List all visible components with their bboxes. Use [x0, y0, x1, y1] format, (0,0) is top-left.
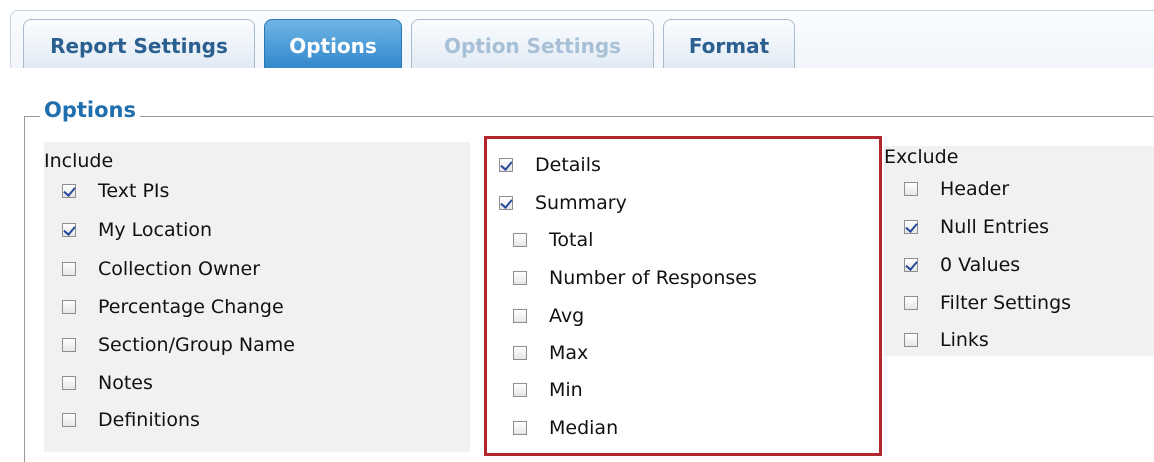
checkbox[interactable] [904, 258, 918, 272]
exclude-item-links[interactable]: Links [904, 329, 989, 351]
exclude-label: Exclude [884, 146, 959, 168]
summary-column-highlight: Details Summary Total Number of Response… [484, 136, 882, 456]
tab-option-settings: Option Settings [411, 19, 654, 71]
exclude-column: Exclude Header Null Entries 0 Values Fil… [884, 146, 1154, 356]
tab-format[interactable]: Format [663, 19, 795, 71]
exclude-item-filter-settings[interactable]: Filter Settings [904, 292, 1071, 314]
checkbox[interactable] [62, 413, 76, 427]
checkbox[interactable] [499, 196, 513, 210]
middle-item-total[interactable]: Total [513, 229, 593, 251]
include-item-notes[interactable]: Notes [62, 372, 153, 394]
include-column: Include Text PIs My Location Collection … [44, 142, 470, 452]
middle-item-min[interactable]: Min [513, 379, 583, 401]
include-item-my-location[interactable]: My Location [62, 219, 212, 241]
middle-item-details[interactable]: Details [499, 154, 601, 176]
middle-item-median[interactable]: Median [513, 417, 618, 439]
checkbox[interactable] [513, 421, 527, 435]
checkbox[interactable] [513, 271, 527, 285]
checkbox[interactable] [62, 376, 76, 390]
checkbox[interactable] [62, 223, 76, 237]
checkbox[interactable] [904, 333, 918, 347]
include-item-collection-owner[interactable]: Collection Owner [62, 258, 260, 280]
options-legend: Options [40, 98, 140, 122]
checkbox[interactable] [513, 346, 527, 360]
checkbox[interactable] [904, 220, 918, 234]
tab-options[interactable]: Options [264, 19, 402, 71]
checkbox[interactable] [62, 300, 76, 314]
tab-bar: Report Settings Options Option Settings … [10, 10, 1154, 72]
middle-item-summary[interactable]: Summary [499, 192, 627, 214]
middle-item-number-of-responses[interactable]: Number of Responses [513, 267, 757, 289]
checkbox[interactable] [513, 383, 527, 397]
exclude-item-0-values[interactable]: 0 Values [904, 254, 1020, 276]
middle-item-max[interactable]: Max [513, 342, 588, 364]
checkbox[interactable] [62, 338, 76, 352]
checkbox[interactable] [513, 233, 527, 247]
checkbox[interactable] [513, 309, 527, 323]
include-item-text-pis[interactable]: Text PIs [62, 180, 169, 202]
exclude-item-header[interactable]: Header [904, 178, 1009, 200]
tab-report-settings[interactable]: Report Settings [23, 19, 255, 71]
checkbox[interactable] [499, 158, 513, 172]
checkbox[interactable] [904, 296, 918, 310]
checkbox[interactable] [62, 184, 76, 198]
include-item-section-group-name[interactable]: Section/Group Name [62, 334, 295, 356]
include-item-percentage-change[interactable]: Percentage Change [62, 296, 284, 318]
include-label: Include [44, 150, 114, 172]
checkbox[interactable] [904, 182, 918, 196]
checkbox[interactable] [62, 262, 76, 276]
middle-item-avg[interactable]: Avg [513, 305, 584, 327]
include-item-definitions[interactable]: Definitions [62, 409, 200, 431]
top-strip [0, 0, 1154, 5]
exclude-item-null-entries[interactable]: Null Entries [904, 216, 1049, 238]
options-panel: Options Include Text PIs My Location Col… [0, 68, 1154, 462]
